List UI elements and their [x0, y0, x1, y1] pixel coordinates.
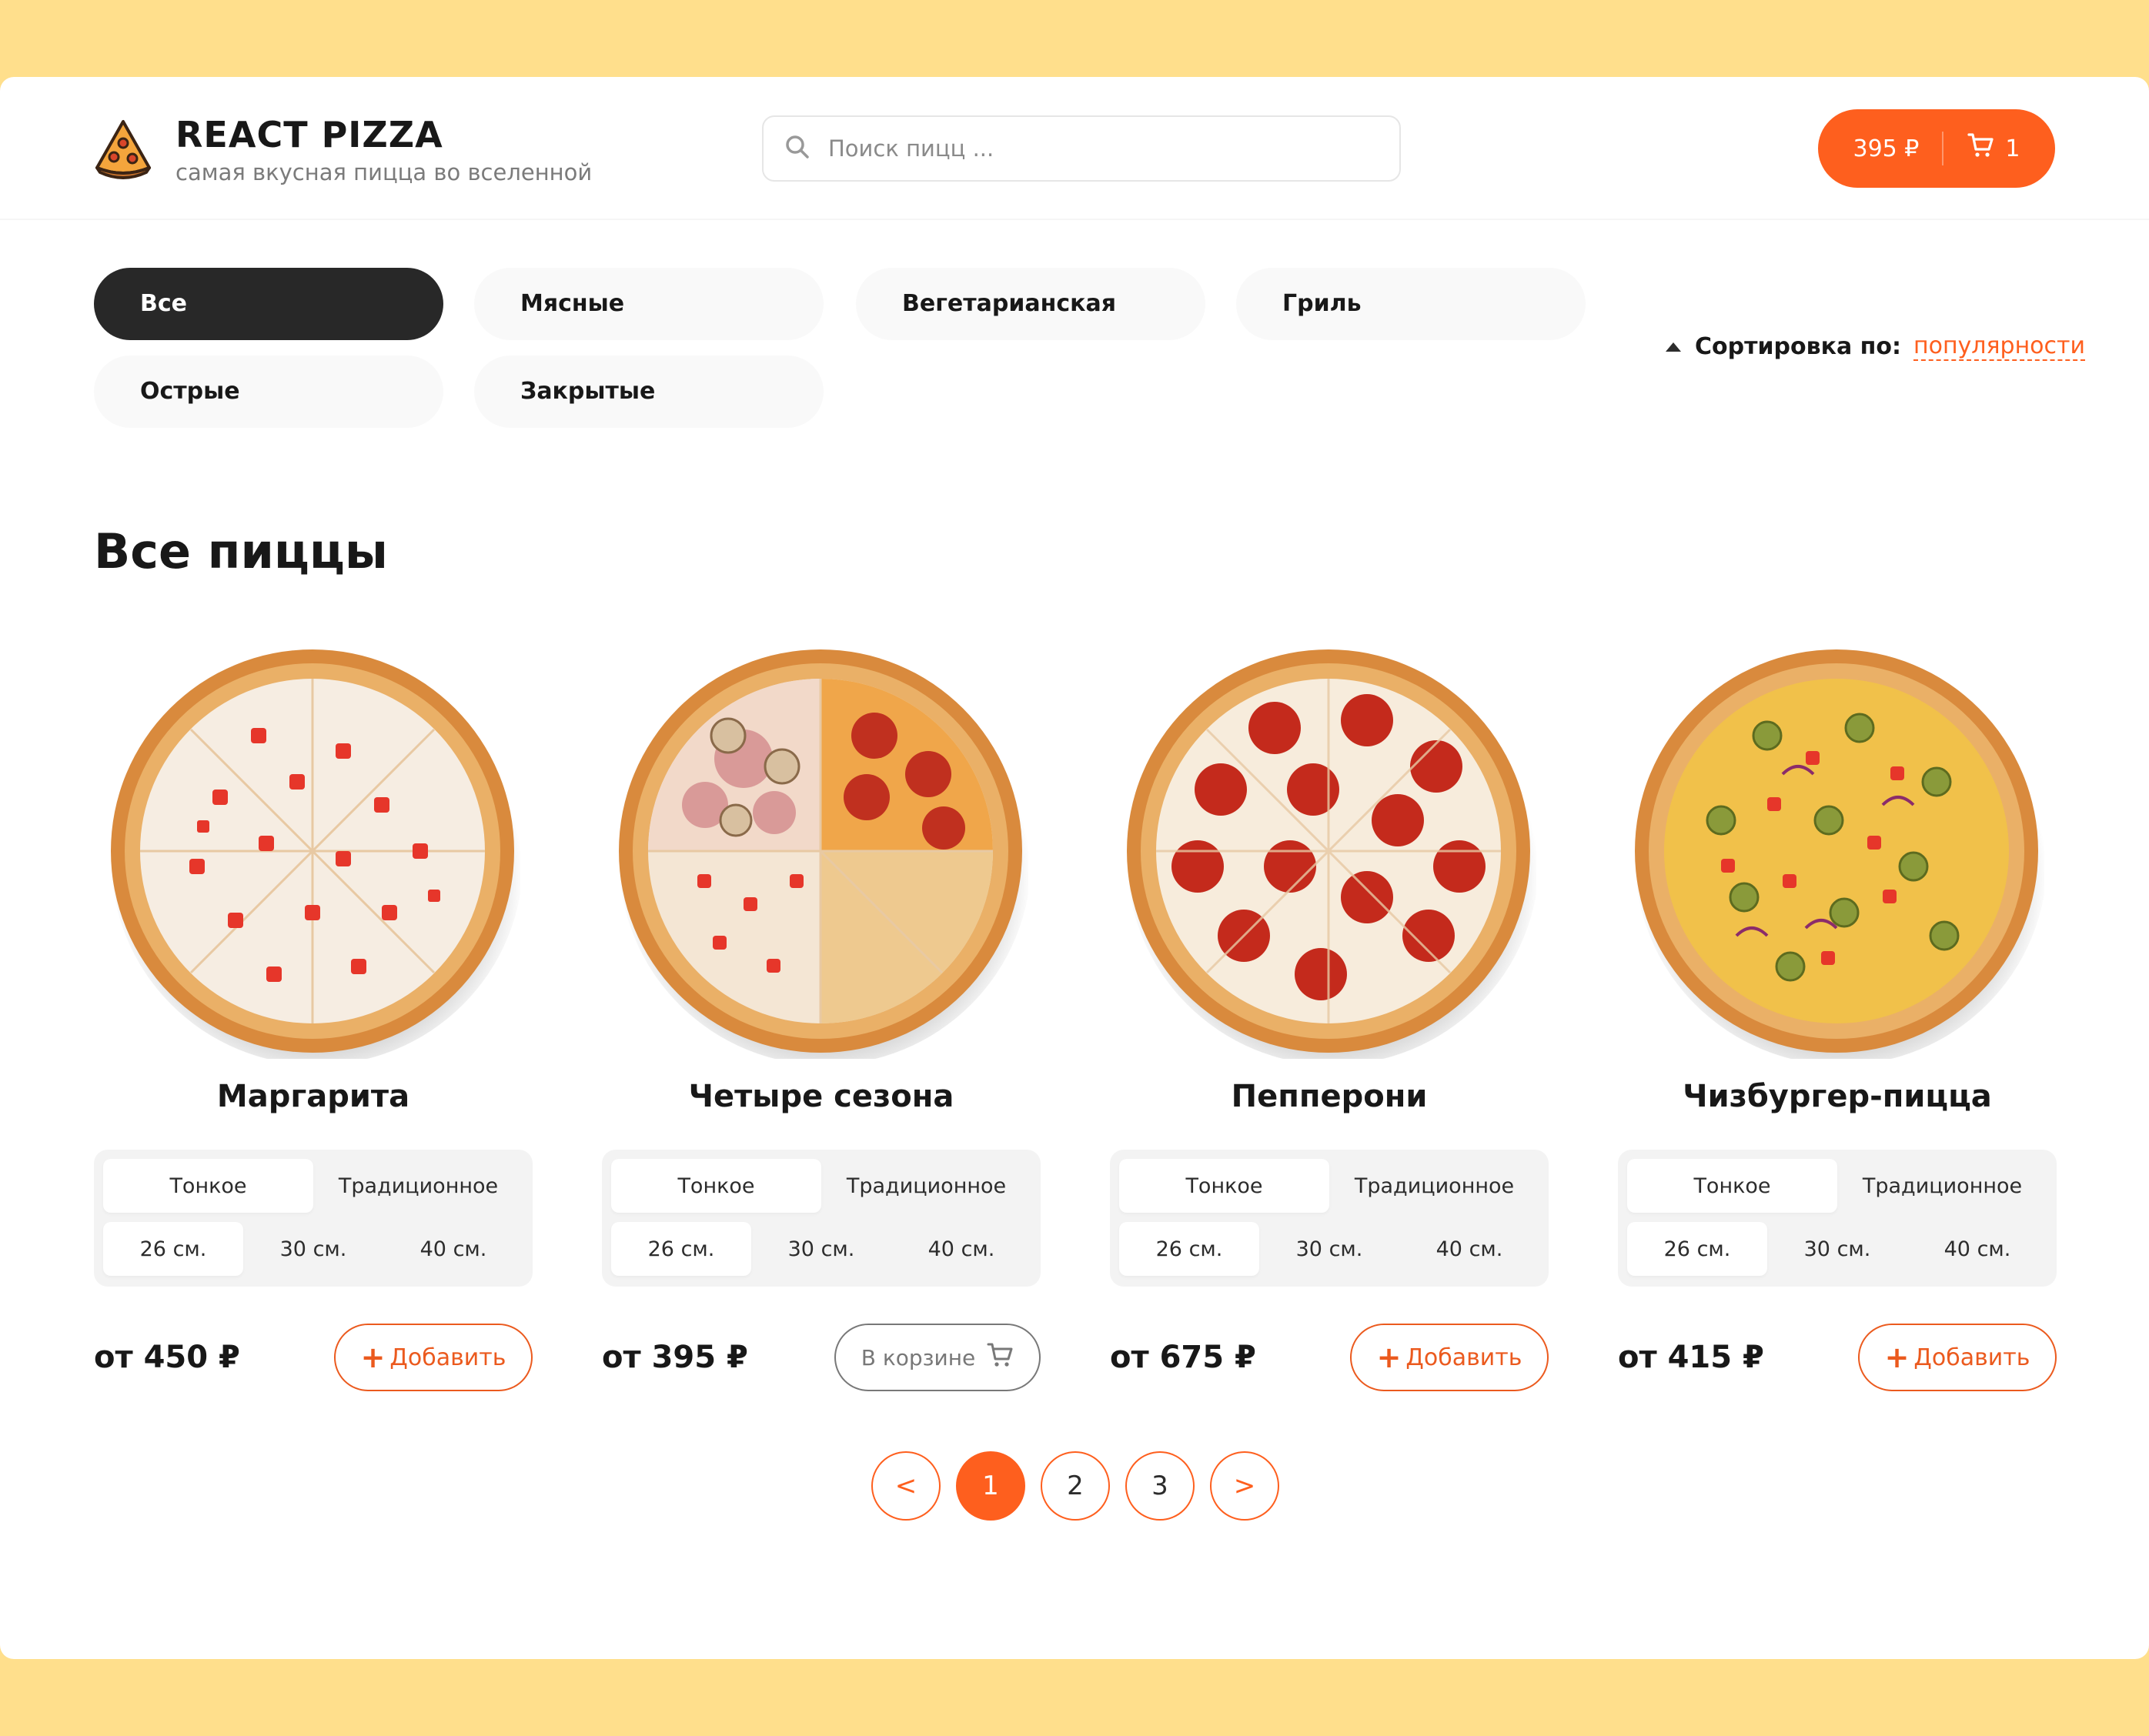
pizza-logo-icon: [91, 117, 155, 185]
size-option-40[interactable]: 40 см.: [1907, 1222, 2047, 1276]
search-input[interactable]: [828, 135, 1367, 162]
category-closed[interactable]: Закрытые: [474, 356, 824, 428]
sort-label: Сортировка по:: [1695, 333, 1901, 360]
pizza-card: Четыре сезона Тонкое Традиционное 26 см.…: [602, 643, 1041, 1505]
add-to-cart-button[interactable]: + Добавить: [1350, 1324, 1549, 1391]
pizza-price: от 395 ₽: [602, 1340, 748, 1375]
plus-icon: +: [1376, 1340, 1402, 1374]
pizza-image-pepperoni: [1127, 649, 1536, 1059]
pagination-page-1[interactable]: 1: [956, 1451, 1025, 1521]
pagination-page-2[interactable]: 2: [1041, 1451, 1110, 1521]
size-option-30[interactable]: 30 см.: [1767, 1222, 1907, 1276]
add-button-label: Добавить: [1913, 1344, 2030, 1371]
pizza-name: Четыре сезона: [688, 1079, 954, 1114]
add-button-label: Добавить: [389, 1344, 506, 1371]
pizza-card: Маргарита Тонкое Традиционное 26 см. 30 …: [94, 643, 533, 1505]
logo-title: REACT PIZZA: [175, 114, 443, 155]
in-cart-button[interactable]: В корзине: [834, 1324, 1041, 1391]
cart-icon: [1967, 132, 2005, 165]
pizza-price: от 450 ₽: [94, 1340, 240, 1375]
logo-subtitle: самая вкусная пицца во вселенной: [175, 159, 593, 185]
dough-option-thin[interactable]: Тонкое: [611, 1159, 821, 1213]
pizza-options: Тонкое Традиционное 26 см. 30 см. 40 см.: [602, 1150, 1041, 1287]
pizza-options: Тонкое Традиционное 26 см. 30 см. 40 см.: [94, 1150, 533, 1287]
dough-option-traditional[interactable]: Традиционное: [821, 1159, 1031, 1213]
category-all[interactable]: Все: [94, 268, 443, 340]
size-option-26[interactable]: 26 см.: [1627, 1222, 1767, 1276]
pizza-options: Тонкое Традиционное 26 см. 30 см. 40 см.: [1110, 1150, 1549, 1287]
category-vegetarian[interactable]: Вегетарианская: [856, 268, 1205, 340]
dough-option-thin[interactable]: Тонкое: [103, 1159, 313, 1213]
page-title: Все пиццы: [94, 523, 388, 579]
search-box[interactable]: [762, 115, 1401, 182]
category-meat[interactable]: Мясные: [474, 268, 824, 340]
dough-option-traditional[interactable]: Традиционное: [1329, 1159, 1539, 1213]
pizza-name: Чизбургер-пицца: [1683, 1079, 1992, 1114]
size-option-40[interactable]: 40 см.: [383, 1222, 523, 1276]
category-grill[interactable]: Гриль: [1236, 268, 1586, 340]
pizza-image-four-seasons: [619, 649, 1028, 1059]
search-icon: [784, 133, 811, 164]
plus-icon: +: [1884, 1340, 1910, 1374]
pizza-image-cheeseburger: [1635, 649, 2044, 1059]
category-spicy[interactable]: Острые: [94, 356, 443, 428]
pizza-name: Маргарита: [216, 1079, 410, 1114]
pizza-card: Чизбургер-пицца Тонкое Традиционное 26 с…: [1618, 643, 2057, 1505]
pagination-prev[interactable]: <: [871, 1451, 941, 1521]
dough-option-traditional[interactable]: Традиционное: [313, 1159, 523, 1213]
size-option-30[interactable]: 30 см.: [243, 1222, 383, 1276]
add-button-label: Добавить: [1405, 1344, 1522, 1371]
sort-control: Сортировка по: популярности: [1666, 332, 2086, 361]
pizza-name: Пепперони: [1231, 1079, 1428, 1114]
logo[interactable]: REACT PIZZA самая вкусная пицца во вселе…: [91, 114, 592, 188]
pizza-options: Тонкое Традиционное 26 см. 30 см. 40 см.: [1618, 1150, 2057, 1287]
dough-option-thin[interactable]: Тонкое: [1119, 1159, 1329, 1213]
dough-option-traditional[interactable]: Традиционное: [1837, 1159, 2047, 1213]
pagination: < 1 2 3 >: [871, 1451, 1295, 1521]
plus-icon: +: [360, 1340, 386, 1374]
size-option-30[interactable]: 30 см.: [751, 1222, 891, 1276]
header: REACT PIZZA самая вкусная пицца во вселе…: [0, 77, 2149, 220]
add-to-cart-button[interactable]: + Добавить: [334, 1324, 533, 1391]
pizza-card: Пепперони Тонкое Традиционное 26 см. 30 …: [1110, 643, 1549, 1505]
app-wrapper: REACT PIZZA самая вкусная пицца во вселе…: [0, 77, 2149, 1659]
pizza-price: от 675 ₽: [1110, 1340, 1256, 1375]
pagination-page-3[interactable]: 3: [1125, 1451, 1195, 1521]
sort-value[interactable]: популярности: [1913, 332, 2086, 361]
size-option-40[interactable]: 40 см.: [1399, 1222, 1539, 1276]
cart-icon: [975, 1341, 1014, 1374]
add-to-cart-button[interactable]: + Добавить: [1858, 1324, 2057, 1391]
cart-count: 1: [2005, 135, 2020, 162]
cart-total-price: 395 ₽: [1853, 135, 1920, 162]
size-option-30[interactable]: 30 см.: [1259, 1222, 1399, 1276]
cart-button[interactable]: 395 ₽ 1: [1818, 109, 2055, 188]
size-option-26[interactable]: 26 см.: [103, 1222, 243, 1276]
size-option-40[interactable]: 40 см.: [891, 1222, 1031, 1276]
in-cart-label: В корзине: [861, 1344, 976, 1370]
size-option-26[interactable]: 26 см.: [611, 1222, 751, 1276]
dough-option-thin[interactable]: Тонкое: [1627, 1159, 1837, 1213]
sort-arrow-icon[interactable]: [1666, 342, 1681, 352]
pagination-next[interactable]: >: [1210, 1451, 1279, 1521]
size-option-26[interactable]: 26 см.: [1119, 1222, 1259, 1276]
pizza-price: от 415 ₽: [1618, 1340, 1764, 1375]
pizza-image-margarita: [111, 649, 520, 1059]
